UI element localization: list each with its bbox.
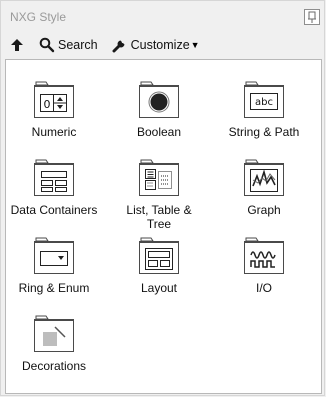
palette-item-label: Data Containers [10,203,98,217]
customize-button[interactable]: Customize ▼ [112,35,200,55]
pin-icon [308,11,316,23]
palette-item-numeric[interactable]: 0 Numeric [4,80,104,139]
palette-item-label: Decorations [21,359,87,373]
palette-item-label: Ring & Enum [18,281,90,295]
string-path-icon: abc [244,80,284,118]
numeric-icon: 0 [34,80,74,118]
search-label: Search [58,38,98,52]
customize-label: Customize [130,38,190,52]
ring-enum-icon [34,236,74,274]
boolean-icon [139,80,179,118]
io-icon [244,236,284,274]
toolbar: Search Customize ▼ [1,34,324,56]
palette-item-layout[interactable]: Layout [109,236,209,295]
up-button[interactable] [10,35,26,55]
palette-item-io[interactable]: I/O [214,236,314,295]
svg-text:0: 0 [44,98,51,111]
up-arrow-icon [11,39,23,51]
palette-item-graph[interactable]: Graph [214,158,314,217]
palette-item-label: I/O [255,281,272,295]
palette-item-label: Numeric [31,125,77,139]
palette-item-decorations[interactable]: Decorations [4,314,104,373]
wrench-icon [112,40,125,53]
palette-item-label: Graph [247,203,281,217]
palette-item-ring-enum[interactable]: Ring & Enum [4,236,104,295]
palette-item-data-containers[interactable]: Data Containers [4,158,104,217]
layout-icon [139,236,179,274]
decorations-icon [34,314,74,352]
chevron-down-icon: ▼ [190,40,200,50]
list-table-tree-icon [139,158,179,196]
palette-item-boolean[interactable]: Boolean [109,80,209,139]
svg-text:abc: abc [255,97,273,108]
palette-item-label: Boolean [136,125,182,139]
search-button[interactable]: Search [39,35,98,55]
graph-icon [244,158,284,196]
palette-item-label: Layout [140,281,178,295]
palette-item-label: String & Path [228,125,300,139]
title-bar: NXG Style [1,1,324,31]
pin-button[interactable] [304,9,320,25]
palette-panel: 0 Numeric Boolean abc String & Path Data Cont… [5,59,322,394]
search-icon [39,37,55,53]
palette-item-string-path[interactable]: abc String & Path [214,80,314,139]
palette-item-label: List, Table & Tree [126,203,192,231]
palette-window: NXG Style Search Customize ▼ 0 Numeric B… [0,0,325,396]
palette-item-list-table-tree[interactable]: List, Table & Tree [109,158,209,231]
window-title: NXG Style [10,10,67,24]
data-containers-icon [34,158,74,196]
